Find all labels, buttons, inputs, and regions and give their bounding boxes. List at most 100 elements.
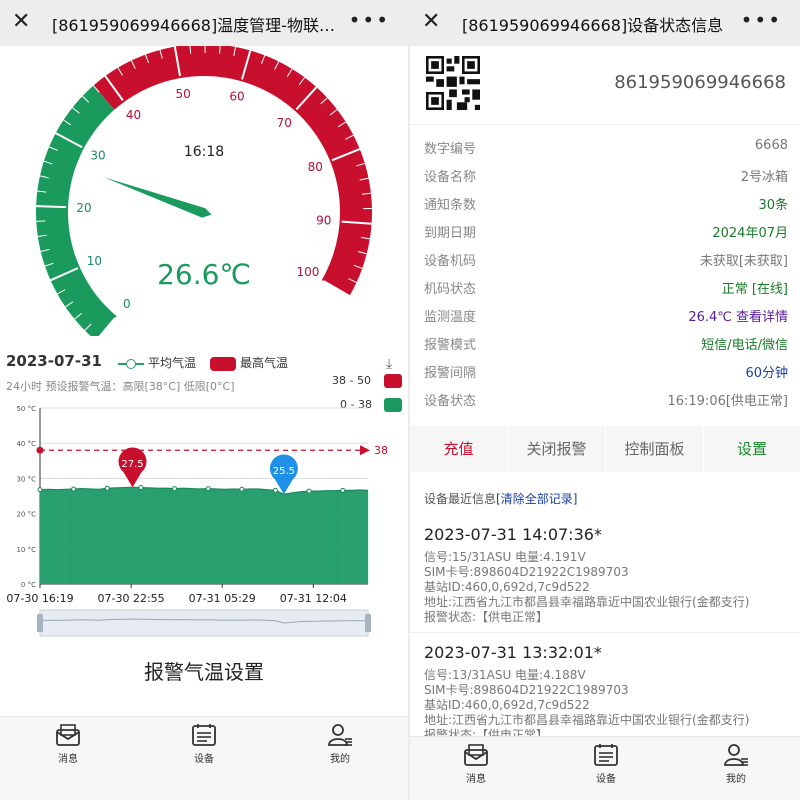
legend-avg-temp[interactable]: 平均气温	[118, 354, 196, 371]
gauge-tick-label: 0	[123, 297, 131, 311]
data-point	[272, 487, 278, 493]
gauge-tick-label: 10	[87, 254, 102, 268]
info-row: 到期日期 2024年07月	[424, 226, 788, 241]
close-alarm-button[interactable]: 关闭报警	[508, 426, 605, 472]
download-icon[interactable]: ⤓	[386, 356, 392, 372]
y-tick-label: 50 °C	[16, 405, 36, 413]
tab-message[interactable]: 消息	[38, 723, 98, 765]
gauge-tick-label: 70	[277, 116, 292, 130]
legend-avg-marker-icon	[118, 358, 144, 369]
gauge-tick-label: 100	[296, 265, 319, 279]
data-point	[71, 486, 77, 492]
legend-max-temp[interactable]: 最高气温	[210, 354, 288, 371]
alarm-setting-button[interactable]: 报警气温设置	[0, 644, 408, 700]
gauge-time: 16:18	[184, 144, 224, 160]
info-row: 设备状态 16:19:06[供电正常]	[424, 394, 788, 409]
info-row: 报警模式 短信/电话/微信	[424, 338, 788, 353]
log-item[interactable]: 2023-07-31 14:07:36* 信号:15/31ASU 电量:4.19…	[424, 524, 794, 625]
left-tab-bar: 消息 设备 我的	[0, 716, 408, 800]
log-separator	[410, 632, 800, 633]
x-tick-label: 07-30 16:19	[6, 592, 73, 605]
right-page-title: [861959069946668]设备状态信息	[462, 16, 724, 35]
data-point	[306, 488, 312, 494]
more-icon[interactable]: •••	[741, 8, 782, 32]
data-point	[104, 485, 110, 491]
y-tick-label: 20 °C	[16, 511, 36, 519]
y-tick-label: 40 °C	[16, 440, 36, 448]
info-row: 机码状态 正常 [在线]	[424, 282, 788, 297]
data-point	[37, 487, 43, 493]
avg-temp-area	[40, 487, 368, 584]
y-tick-label: 0 °C	[21, 581, 36, 589]
left-title-bar: ✕ [861959069946668]温度管理-物联… •••	[0, 0, 408, 46]
x-tick-label: 07-31 05:29	[189, 592, 256, 605]
temperature-chart: 50 °C 40 °C 30 °C 20 °C 10 °C 0 °C 38 27.5 25.5 0…	[6, 405, 388, 637]
gauge-tick	[36, 220, 46, 222]
range-handle-right-icon	[365, 614, 371, 632]
gauge-needle	[103, 177, 212, 218]
tab-message[interactable]: 消息	[446, 743, 506, 785]
profile-icon	[328, 724, 352, 746]
tab-profile[interactable]: 我的	[310, 723, 370, 765]
threshold-label: 38	[374, 444, 388, 457]
gauge-tick-label: 30	[90, 149, 105, 163]
gauge-tick-label: 40	[126, 108, 141, 122]
info-row: 数字编号 6668	[424, 138, 788, 157]
info-row: 通知条数 30条	[424, 198, 788, 213]
recent-logs-header: 设备最近信息[清除全部记录]	[424, 492, 578, 506]
qr-code-icon[interactable]	[426, 56, 480, 110]
range-slider-track	[39, 609, 369, 637]
more-icon[interactable]: •••	[349, 8, 390, 32]
threshold-arrow-icon	[360, 445, 370, 456]
data-point	[172, 486, 178, 492]
y-tick-label: 30 °C	[16, 475, 36, 483]
x-tick-label: 07-30 22:55	[98, 592, 165, 605]
device-id: 861959069946668	[614, 72, 786, 93]
close-icon[interactable]: ✕	[422, 8, 440, 36]
threshold-start-dot	[36, 446, 44, 454]
x-tick-label: 07-31 12:04	[280, 592, 347, 605]
tab-device[interactable]: 设备	[576, 743, 636, 785]
range-high-legend[interactable]: 38 - 50	[332, 374, 402, 388]
right-tab-bar: 消息 设备 我的	[410, 736, 800, 800]
recharge-button[interactable]: 充值	[410, 426, 507, 472]
control-panel-button[interactable]: 控制面板	[606, 426, 703, 472]
temperature-panel: ✕ [861959069946668]温度管理-物联… ••• 0 10 20 30 4…	[0, 0, 408, 800]
gauge-tick-label: 90	[316, 213, 331, 227]
data-point	[205, 486, 211, 492]
info-row: 设备名称 2号冰箱	[424, 170, 788, 185]
device-icon	[594, 744, 618, 766]
profile-icon	[724, 744, 748, 766]
info-row: 设备机码 未获取[未获取]	[424, 254, 788, 269]
gauge-tick-label: 20	[76, 201, 91, 215]
temperature-gauge: 0 10 20 30 40 50 60 70 80 90 100 16:18 26.6℃	[36, 46, 372, 336]
action-bar: 充值 关闭报警 控制面板 设置	[410, 426, 800, 472]
device-status-panel: ✕ [861959069946668]设备状态信息 ••• 8619590699…	[410, 0, 800, 800]
log-item[interactable]: 2023-07-31 13:32:01* 信号:13/31ASU 电量:4.18…	[424, 642, 794, 743]
right-title-bar: ✕ [861959069946668]设备状态信息 •••	[410, 0, 800, 46]
gauge-tick	[36, 205, 67, 209]
clear-logs-link[interactable]: [清除全部记录]	[496, 492, 577, 506]
info-row: 报警间隔 60分钟	[424, 366, 788, 381]
data-point	[340, 487, 346, 493]
header-separator	[410, 124, 800, 125]
legend-max-marker-icon	[210, 356, 236, 371]
info-row-temperature[interactable]: 监测温度 26.4℃ 查看详情	[424, 302, 788, 328]
tab-profile[interactable]: 我的	[706, 743, 766, 785]
max-temp-pin-label: 27.5	[121, 459, 143, 470]
chart-date: 2023-07-31	[6, 352, 102, 370]
message-icon	[56, 724, 80, 746]
gauge-tick-label: 80	[308, 160, 323, 174]
gauge-value: 26.6℃	[157, 258, 251, 291]
settings-button[interactable]: 设置	[704, 426, 800, 472]
alarm-preset-subtitle: 24小时 预设报警气温：高限[38°C] 低限[0°C]	[6, 380, 235, 393]
range-high-swatch	[384, 374, 402, 388]
close-icon[interactable]: ✕	[12, 8, 30, 36]
device-icon	[192, 724, 216, 746]
gauge-tick-label: 50	[176, 87, 191, 101]
y-tick-label: 10 °C	[16, 546, 36, 554]
data-point	[138, 485, 144, 491]
tab-device[interactable]: 设备	[174, 723, 234, 765]
range-handle-left-icon	[37, 614, 43, 632]
min-temp-pin-label: 25.5	[273, 466, 295, 477]
